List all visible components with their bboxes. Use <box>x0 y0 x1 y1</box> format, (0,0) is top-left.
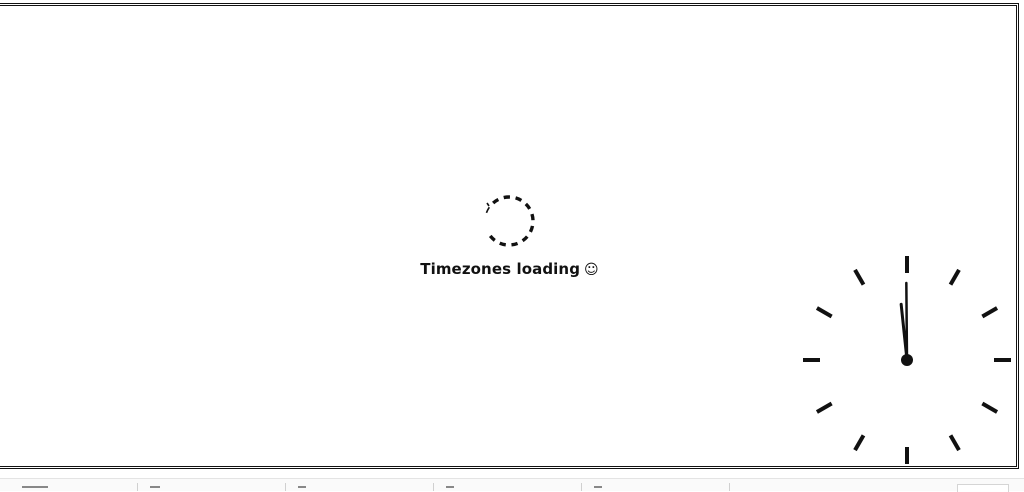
taskbar-item-4[interactable] <box>446 486 454 488</box>
taskbar-item-1[interactable] <box>22 486 48 488</box>
clock-hour-tick <box>981 401 999 414</box>
loading-spinner-icon <box>485 195 535 247</box>
taskbar-item-2[interactable] <box>150 486 160 488</box>
spinner-dash <box>530 213 535 221</box>
smile-emoji-icon: ☺ <box>584 262 599 278</box>
spinner-dash <box>485 206 491 214</box>
clock-hour-tick <box>853 268 866 286</box>
taskbar-item-5[interactable] <box>594 486 602 488</box>
spinner-dash <box>492 197 500 205</box>
spinner-dash <box>499 241 507 247</box>
spinner-dash <box>511 241 519 247</box>
taskbar-item-3[interactable] <box>298 486 306 488</box>
clock-hour-tick <box>948 434 961 452</box>
spinner-dash <box>521 235 529 243</box>
spinner-tail <box>486 202 490 207</box>
taskbar <box>0 478 1024 492</box>
spinner-dash <box>515 196 523 202</box>
loading-label: Timezones loading <box>420 260 581 278</box>
spinner-dash <box>488 234 496 242</box>
clock-hour-tick <box>948 268 961 286</box>
spinner-dash <box>524 202 532 210</box>
clock-hour-tick <box>815 401 833 414</box>
clock-hour-tick <box>981 306 999 319</box>
taskbar-tray-box[interactable] <box>957 484 1009 492</box>
spinner-dash <box>503 195 511 200</box>
app-window: Timezones loading ☺ <box>0 3 1019 469</box>
clock-hour-tick <box>853 434 866 452</box>
analog-clock <box>803 256 1011 464</box>
spinner-dash <box>528 225 535 233</box>
clock-center-dot <box>901 354 913 366</box>
clock-hour-tick <box>815 306 833 319</box>
